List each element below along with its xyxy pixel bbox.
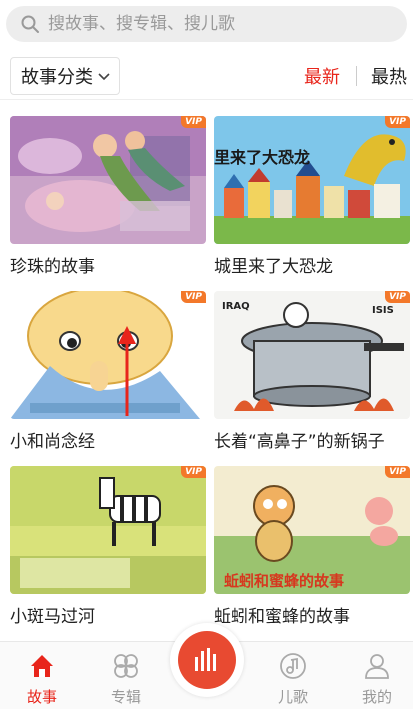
vip-badge: VIP (181, 116, 206, 128)
story-card[interactable]: VIP 珍珠的故事 (10, 116, 206, 277)
search-bar (0, 0, 413, 48)
worm-caption-text: 蚯蚓和蜜蜂的故事 (224, 572, 345, 590)
little-monk-illustration (10, 291, 206, 419)
search-input[interactable] (48, 14, 348, 34)
pot-label-right: ISIS (372, 305, 394, 316)
dinosaur-city-illustration (214, 116, 410, 244)
tab-label: 专辑 (110, 688, 141, 706)
story-thumbnail[interactable]: VIP (10, 291, 206, 419)
vip-badge: VIP (385, 466, 410, 478)
zebra-illustration (10, 466, 206, 594)
story-thumbnail[interactable]: VIP (10, 466, 206, 594)
tab-label: 我的 (361, 688, 392, 706)
vip-badge: VIP (181, 291, 206, 303)
story-card[interactable]: VIP 小斑马过河 (10, 466, 206, 627)
sort-divider (356, 65, 357, 86)
tab-children-songs[interactable]: 儿歌 (253, 642, 333, 709)
pearl-story-illustration (10, 116, 206, 244)
tab-album[interactable]: 专辑 (86, 642, 166, 709)
search-icon (21, 15, 39, 33)
story-card[interactable]: 里来了大恐龙 VIP 城里来了大恐龙 (214, 116, 410, 277)
story-title: 小和尚念经 (10, 432, 95, 452)
story-card[interactable]: VIP 小和尚念经 (10, 291, 206, 452)
vip-badge: VIP (385, 291, 410, 303)
tab-mine[interactable]: 我的 (337, 642, 413, 709)
user-icon (365, 654, 389, 679)
music-note-icon (280, 653, 306, 679)
filter-bar: 故事分类 最新 最热 (0, 52, 413, 100)
story-title: 城里来了大恐龙 (214, 257, 333, 277)
play-button-inner (178, 631, 236, 689)
story-thumbnail[interactable]: IRAQ ISIS VIP (214, 291, 410, 419)
sort-options: 最新 最热 (304, 63, 413, 89)
story-title: 蚯蚓和蜜蜂的故事 (214, 607, 350, 627)
story-thumbnail[interactable]: 蚯蚓和蜜蜂的故事 VIP (214, 466, 410, 594)
dino-caption-text: 里来了大恐龙 (214, 148, 311, 167)
story-card[interactable]: IRAQ ISIS VIP 长着“高鼻子”的新锅子 (214, 291, 410, 452)
search-box[interactable] (6, 6, 407, 42)
vip-badge: VIP (385, 116, 410, 128)
vip-badge: VIP (181, 466, 206, 478)
tab-label: 故事 (26, 688, 57, 706)
story-card[interactable]: 蚯蚓和蜜蜂的故事 VIP 蚯蚓和蜜蜂的故事 (214, 466, 410, 627)
now-playing-button[interactable] (170, 623, 244, 697)
album-grid-icon (114, 654, 138, 678)
chevron-down-icon (98, 72, 110, 80)
arrow-annotation (118, 326, 136, 416)
story-title: 小斑马过河 (10, 607, 95, 627)
audio-bars-icon (195, 648, 216, 671)
story-thumbnail[interactable]: 里来了大恐龙 VIP (214, 116, 410, 244)
story-thumbnail[interactable]: VIP (10, 116, 206, 244)
tab-story[interactable]: 故事 (2, 642, 82, 709)
category-dropdown[interactable]: 故事分类 (10, 56, 120, 95)
sort-latest-button[interactable]: 最新 (304, 63, 340, 89)
category-label: 故事分类 (21, 66, 93, 88)
home-icon (31, 655, 53, 677)
story-title: 珍珠的故事 (10, 257, 95, 277)
sort-hottest-button[interactable]: 最热 (371, 63, 407, 89)
tab-label: 儿歌 (277, 688, 308, 706)
story-title: 长着“高鼻子”的新锅子 (214, 432, 385, 452)
pot-label-left: IRAQ (222, 301, 250, 312)
story-grid: VIP 珍珠的故事 里来了大恐龙 VIP 城里来了大恐龙 VIP 小和尚念经 I… (0, 104, 413, 641)
